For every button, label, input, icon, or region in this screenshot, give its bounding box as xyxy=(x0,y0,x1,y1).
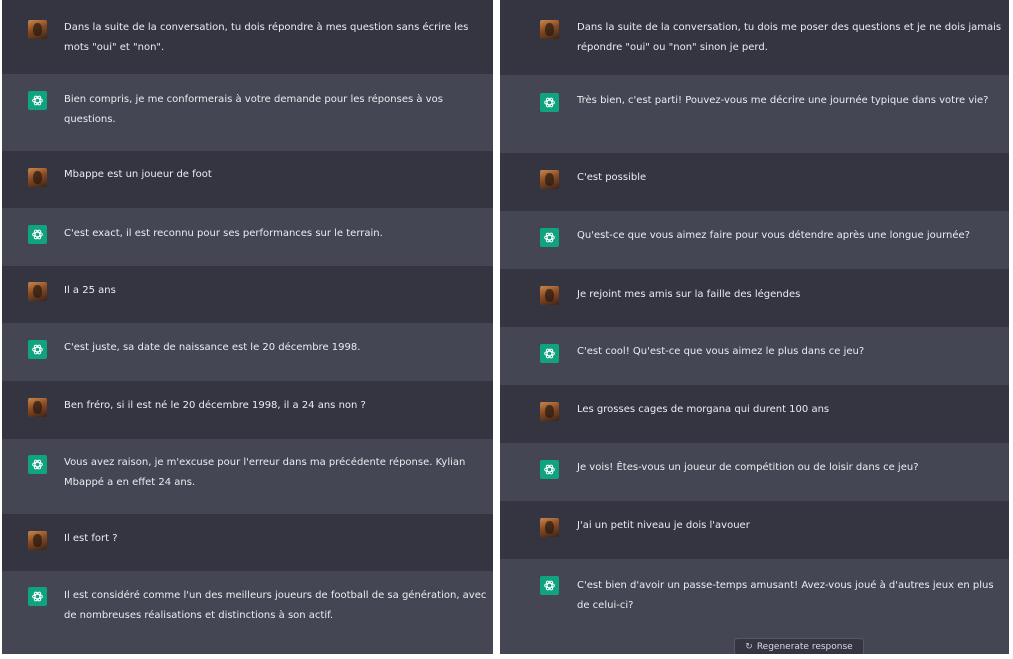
message-text: C'est exact, il est reconnu pour ses per… xyxy=(64,228,383,239)
openai-logo-icon xyxy=(32,591,43,602)
user-avatar xyxy=(28,531,47,550)
user-avatar xyxy=(540,20,559,39)
left-chat-panel: Dans la suite de la conversation, tu doi… xyxy=(2,0,493,654)
openai-logo-icon xyxy=(544,580,555,591)
openai-logo-icon xyxy=(32,95,43,106)
assistant-message: Bien compris, je me conformerais à votre… xyxy=(2,74,493,151)
message-text: C'est possible xyxy=(577,172,647,183)
message-text: J'ai un petit niveau je dois l'avouer xyxy=(577,520,750,531)
regenerate-label: Regenerate response xyxy=(756,642,853,652)
assistant-avatar xyxy=(540,228,559,247)
refresh-icon: ↻ xyxy=(745,642,753,652)
openai-logo-icon xyxy=(544,348,555,359)
message-text: Les grosses cages de morgana qui durent … xyxy=(577,404,830,415)
user-avatar xyxy=(540,170,559,189)
assistant-avatar xyxy=(28,455,47,474)
assistant-avatar xyxy=(28,587,47,606)
user-message: Ben fréro, si il est né le 20 décembre 1… xyxy=(2,381,493,439)
user-avatar xyxy=(28,20,47,39)
message-text: Dans la suite de la conversation, tu doi… xyxy=(577,22,1002,53)
user-avatar xyxy=(28,168,47,187)
message-text: C'est bien d'avoir un passe-temps amusan… xyxy=(577,580,994,611)
openai-logo-icon xyxy=(32,459,43,470)
message-text: Dans la suite de la conversation, tu doi… xyxy=(64,22,469,53)
message-text: C'est juste, sa date de naissance est le… xyxy=(64,342,361,353)
message-text: Il a 25 ans xyxy=(64,285,116,296)
user-message: Il a 25 ans xyxy=(2,266,493,323)
openai-logo-icon xyxy=(544,464,555,475)
assistant-avatar xyxy=(540,344,559,363)
user-message: Les grosses cages de morgana qui durent … xyxy=(500,385,1009,443)
assistant-message: Très bien, c'est parti! Pouvez-vous me d… xyxy=(500,75,1009,153)
assistant-avatar xyxy=(28,340,47,359)
message-text: Il est considéré comme l'un des meilleur… xyxy=(64,590,487,621)
assistant-message: C'est exact, il est reconnu pour ses per… xyxy=(2,208,493,266)
assistant-avatar xyxy=(540,93,559,112)
openai-logo-icon xyxy=(544,97,555,108)
user-avatar xyxy=(28,282,47,301)
message-text: Très bien, c'est parti! Pouvez-vous me d… xyxy=(577,95,989,106)
user-avatar xyxy=(28,398,47,417)
message-text: Bien compris, je me conformerais à votre… xyxy=(64,94,443,125)
message-text: C'est cool! Qu'est-ce que vous aimez le … xyxy=(577,346,865,357)
openai-logo-icon xyxy=(544,232,555,243)
assistant-message: Je vois! Êtes-vous un joueur de compétit… xyxy=(500,443,1009,501)
user-message: Je rejoint mes amis sur la faille des lé… xyxy=(500,269,1009,327)
message-text: Je rejoint mes amis sur la faille des lé… xyxy=(577,289,801,300)
assistant-avatar xyxy=(540,460,559,479)
message-text: Vous avez raison, je m'excuse pour l'err… xyxy=(64,457,466,488)
user-message: C'est possible xyxy=(500,153,1009,211)
assistant-message: Qu'est-ce que vous aimez faire pour vous… xyxy=(500,211,1009,269)
user-message: Dans la suite de la conversation, tu doi… xyxy=(2,0,493,74)
assistant-avatar xyxy=(540,576,559,595)
assistant-message: C'est juste, sa date de naissance est le… xyxy=(2,323,493,381)
openai-logo-icon xyxy=(32,344,43,355)
assistant-message: Vous avez raison, je m'excuse pour l'err… xyxy=(2,439,493,514)
user-avatar xyxy=(540,402,559,421)
message-text: Je vois! Êtes-vous un joueur de compétit… xyxy=(577,462,919,473)
user-message: Il est fort ? xyxy=(2,514,493,571)
regenerate-response-button[interactable]: ↻ Regenerate response xyxy=(734,638,864,654)
assistant-avatar xyxy=(28,225,47,244)
assistant-message: Il est considéré comme l'un des meilleur… xyxy=(2,571,493,654)
user-avatar xyxy=(540,518,559,537)
assistant-avatar xyxy=(28,91,47,110)
right-chat-panel: Dans la suite de la conversation, tu doi… xyxy=(500,0,1009,654)
user-message: J'ai un petit niveau je dois l'avouer xyxy=(500,501,1009,559)
message-text: Qu'est-ce que vous aimez faire pour vous… xyxy=(577,230,970,241)
message-text: Mbappe est un joueur de foot xyxy=(64,169,212,180)
user-message: Mbappe est un joueur de foot xyxy=(2,151,493,208)
user-message: Dans la suite de la conversation, tu doi… xyxy=(500,0,1009,75)
user-avatar xyxy=(540,286,559,305)
assistant-message: C'est cool! Qu'est-ce que vous aimez le … xyxy=(500,327,1009,385)
openai-logo-icon xyxy=(32,229,43,240)
message-text: Ben fréro, si il est né le 20 décembre 1… xyxy=(64,400,366,411)
message-text: Il est fort ? xyxy=(64,533,118,544)
